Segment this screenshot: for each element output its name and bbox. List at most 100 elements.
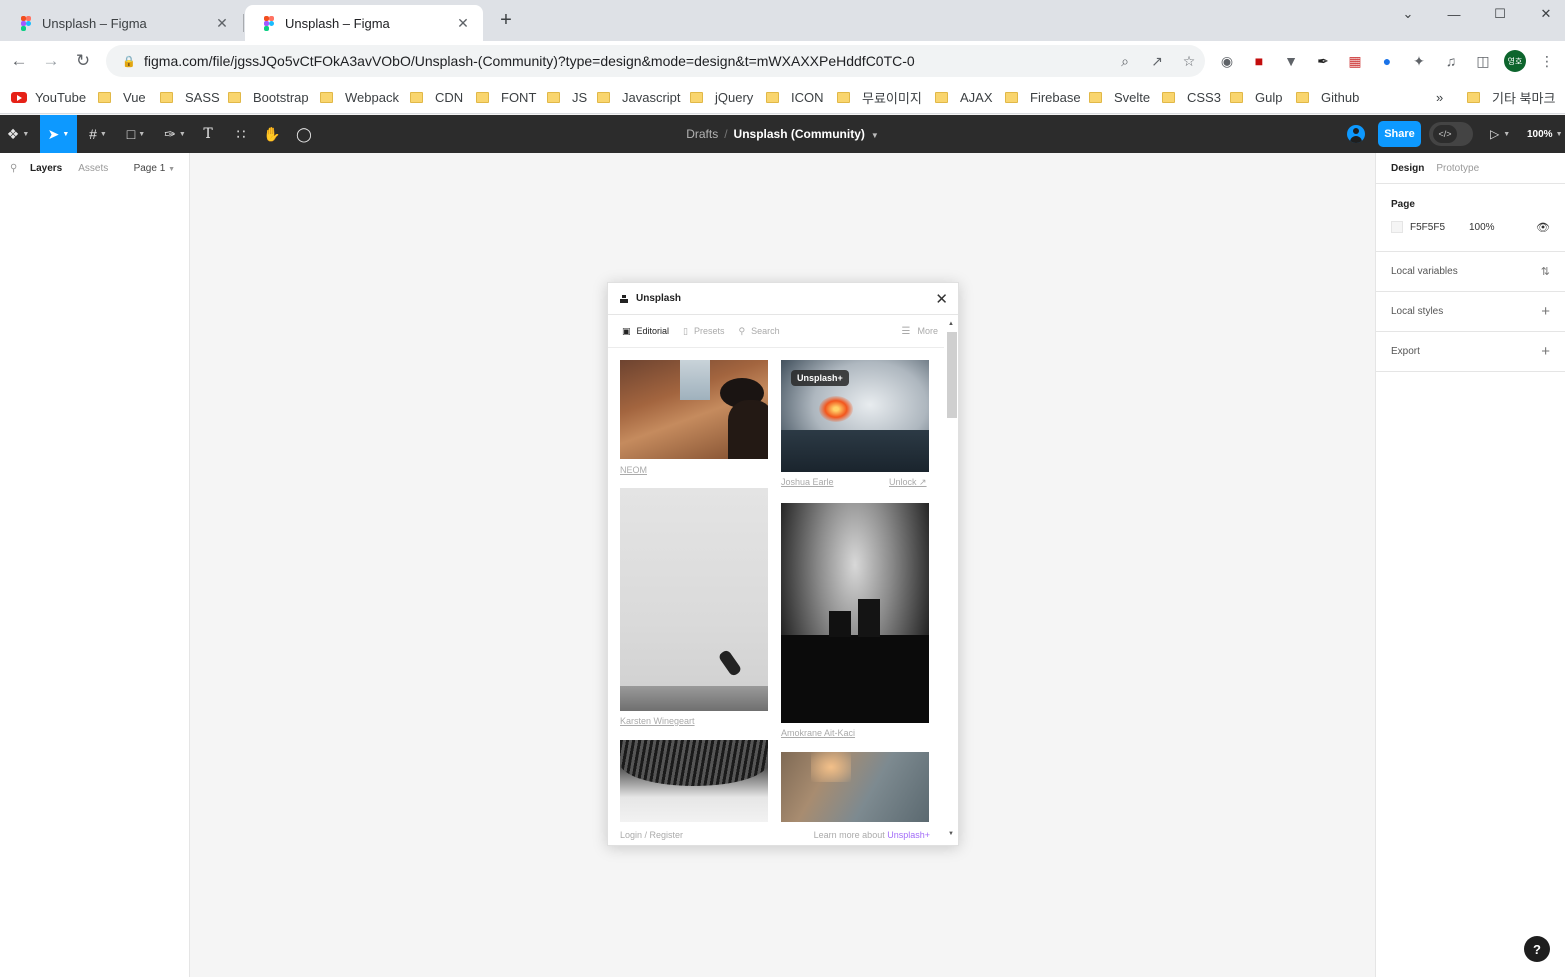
vue-devtools-icon[interactable]: ▼: [1279, 49, 1303, 73]
page-selector[interactable]: Page 1 ▼: [134, 163, 175, 174]
bookmark-folder[interactable]: SASS: [160, 87, 220, 107]
bookmark-folder[interactable]: Svelte: [1089, 87, 1150, 107]
comment-tool-icon[interactable]: ◯: [292, 115, 316, 153]
browser-menu-icon[interactable]: ⋮: [1535, 49, 1559, 73]
photo-thumbnail[interactable]: [781, 503, 929, 723]
photo-author-link[interactable]: Joshua Earle: [781, 477, 834, 487]
hand-tool-icon[interactable]: ✋: [260, 115, 284, 153]
bookmarks-overflow-button[interactable]: »: [1436, 87, 1443, 107]
browser-tab-active[interactable]: Unsplash – Figma ✕: [245, 5, 483, 41]
camera-extension-icon[interactable]: ◉: [1215, 49, 1239, 73]
tab-presets[interactable]: ▯ Presets: [683, 326, 724, 337]
user-avatar[interactable]: [1347, 125, 1365, 143]
tab-prototype[interactable]: Prototype: [1436, 163, 1479, 174]
tab-editorial[interactable]: ▣ Editorial: [622, 326, 669, 337]
extensions-puzzle-icon[interactable]: ✦: [1407, 49, 1431, 73]
unlock-link[interactable]: Unlock ↗: [889, 477, 927, 488]
tab-assets[interactable]: Assets: [78, 163, 108, 174]
pdf-extension-icon[interactable]: ■: [1247, 49, 1271, 73]
a-extension-icon[interactable]: ●: [1375, 49, 1399, 73]
url-text[interactable]: figma.com/file/jgssJQo5vCtFOkA3avVObO/Un…: [144, 53, 1109, 69]
pen-tool-icon[interactable]: ✑ ▼: [157, 115, 193, 153]
scroll-thumb[interactable]: [947, 332, 957, 418]
local-variables-row[interactable]: Local variables ⇅: [1376, 252, 1565, 291]
add-style-icon[interactable]: +: [1541, 303, 1550, 320]
bookmark-folder[interactable]: ICON: [766, 87, 824, 107]
eyedropper-extension-icon[interactable]: ✒: [1311, 49, 1335, 73]
photo-author-link[interactable]: Amokrane Ait-Kaci: [781, 728, 855, 738]
plugin-scrollbar[interactable]: ▲ ▼: [944, 316, 958, 845]
calendar-extension-icon[interactable]: ▦: [1343, 49, 1367, 73]
scroll-up-icon[interactable]: ▲: [948, 321, 954, 327]
page-opacity[interactable]: 100%: [1469, 222, 1495, 233]
bookmark-folder[interactable]: CSS3: [1162, 87, 1221, 107]
other-bookmarks[interactable]: 기타 북마크: [1467, 87, 1555, 107]
color-swatch[interactable]: [1391, 221, 1403, 233]
bookmark-folder[interactable]: Gulp: [1230, 87, 1282, 107]
tab-search-icon[interactable]: ⌄: [1385, 0, 1431, 28]
shape-tool-icon[interactable]: □ ▼: [118, 115, 154, 153]
variables-settings-icon[interactable]: ⇅: [1541, 265, 1550, 278]
dev-mode-toggle[interactable]: </>: [1429, 122, 1473, 146]
eye-icon[interactable]: 👁: [1536, 221, 1550, 234]
bookmark-folder[interactable]: FONT: [476, 87, 536, 107]
profile-avatar[interactable]: 영호: [1504, 50, 1526, 72]
scroll-down-icon[interactable]: ▼: [948, 831, 954, 837]
share-button[interactable]: Share: [1378, 121, 1421, 147]
back-button[interactable]: ←: [7, 49, 31, 73]
zoom-menu[interactable]: 100% ▼: [1527, 115, 1563, 153]
bookmark-folder[interactable]: JS: [547, 87, 587, 107]
zoom-icon[interactable]: ⌕: [1109, 53, 1141, 70]
photo-author-link[interactable]: NEOM: [620, 465, 647, 475]
local-styles-row[interactable]: Local styles +: [1376, 292, 1565, 331]
bookmark-folder[interactable]: Webpack: [320, 87, 399, 107]
bookmark-folder[interactable]: Github: [1296, 87, 1359, 107]
tab-close-icon[interactable]: ✕: [455, 15, 471, 32]
tab-search[interactable]: ⚲ Search: [739, 326, 780, 337]
frame-tool-icon[interactable]: # ▼: [80, 115, 116, 153]
minimize-button[interactable]: —: [1431, 0, 1477, 28]
photo-author-link[interactable]: Karsten Winegeart: [620, 716, 695, 726]
maximize-button[interactable]: ☐: [1477, 0, 1523, 28]
tab-close-icon[interactable]: ✕: [214, 15, 230, 32]
bookmark-folder[interactable]: Bootstrap: [228, 87, 309, 107]
bookmark-folder[interactable]: 무료이미지: [837, 87, 922, 107]
share-page-icon[interactable]: ↗: [1141, 53, 1173, 70]
unsplash-plus-link[interactable]: Unsplash+: [887, 830, 930, 840]
more-menu[interactable]: ☰ More: [902, 326, 938, 337]
side-panel-icon[interactable]: ◫: [1471, 49, 1495, 73]
help-button[interactable]: ?: [1524, 936, 1550, 962]
bookmark-folder[interactable]: jQuery: [690, 87, 753, 107]
browser-tab[interactable]: Unsplash – Figma ✕: [2, 5, 242, 41]
new-tab-button[interactable]: +: [495, 9, 517, 37]
photo-thumbnail[interactable]: [781, 752, 929, 822]
move-tool-icon[interactable]: ➤ ▼: [40, 115, 77, 153]
photo-thumbnail[interactable]: [620, 360, 768, 459]
page-color-hex[interactable]: F5F5F5: [1410, 222, 1469, 233]
bookmark-folder[interactable]: Javascript: [597, 87, 681, 107]
search-icon[interactable]: ⚲: [10, 163, 24, 174]
photo-thumbnail[interactable]: [620, 488, 768, 711]
present-button[interactable]: ▷ ▼: [1490, 115, 1510, 153]
login-register-link[interactable]: Login / Register: [620, 830, 683, 840]
photo-thumbnail[interactable]: Unsplash+: [781, 360, 929, 472]
media-control-icon[interactable]: ♫: [1439, 49, 1463, 73]
tab-design[interactable]: Design: [1391, 163, 1424, 174]
bookmark-folder[interactable]: CDN: [410, 87, 463, 107]
bookmark-folder[interactable]: Firebase: [1005, 87, 1081, 107]
bookmark-folder[interactable]: Vue: [98, 87, 146, 107]
tab-layers[interactable]: Layers: [30, 163, 62, 174]
file-name[interactable]: Unsplash (Community): [734, 127, 865, 141]
bookmark-youtube[interactable]: YouTube: [11, 87, 86, 107]
export-row[interactable]: Export +: [1376, 332, 1565, 371]
bookmark-star-icon[interactable]: ☆: [1173, 53, 1205, 70]
close-icon[interactable]: ✕: [935, 290, 948, 308]
resources-tool-icon[interactable]: ∷: [229, 115, 253, 153]
address-bar[interactable]: 🔒 figma.com/file/jgssJQo5vCtFOkA3avVObO/…: [106, 45, 1205, 77]
breadcrumb-drafts[interactable]: Drafts: [686, 127, 718, 141]
window-close-button[interactable]: ✕: [1523, 0, 1565, 28]
reload-button[interactable]: ↻: [71, 49, 95, 73]
text-tool-icon[interactable]: T: [196, 115, 220, 153]
forward-button[interactable]: →: [39, 49, 63, 73]
photo-thumbnail[interactable]: [620, 740, 768, 822]
